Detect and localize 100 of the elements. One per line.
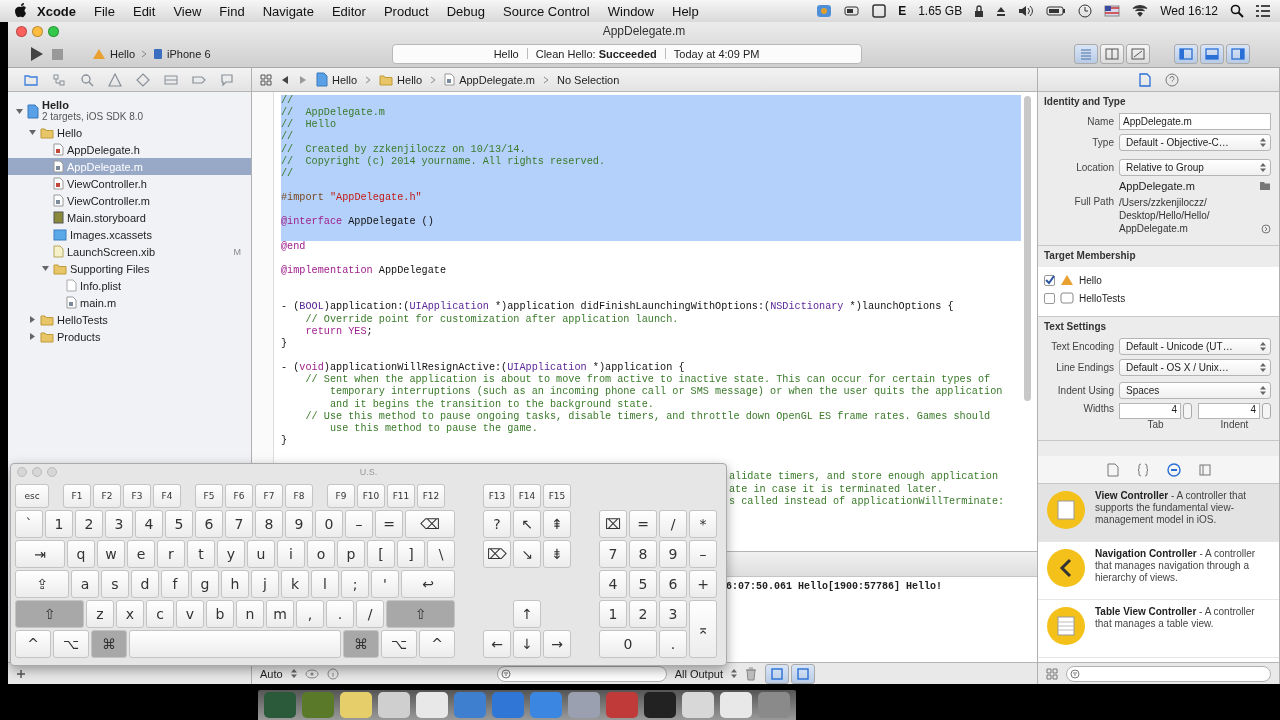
navigator-row[interactable]: ViewController.m	[8, 192, 251, 209]
navigator-row[interactable]: Products	[8, 328, 251, 345]
key[interactable]: 2	[629, 600, 657, 628]
inspector-tab[interactable]	[1138, 72, 1151, 87]
key[interactable]: ⇟	[543, 540, 571, 568]
run-icon[interactable]	[28, 45, 44, 62]
scheme-selector[interactable]: Hello	[92, 47, 136, 60]
key[interactable]: ⇧	[15, 600, 84, 628]
navigator-tab[interactable]	[136, 72, 150, 87]
input-indicator[interactable]: E	[898, 4, 907, 18]
navigator-row[interactable]: LaunchScreen.xib M	[8, 243, 251, 260]
key[interactable]: o	[307, 540, 335, 568]
search-icon[interactable]	[1230, 4, 1244, 18]
key[interactable]: k	[281, 570, 309, 598]
navigator-tab[interactable]	[52, 72, 66, 87]
key[interactable]: \	[427, 540, 455, 568]
target-checkbox[interactable]	[1044, 292, 1055, 304]
key[interactable]: *	[689, 510, 717, 538]
back-icon[interactable]	[280, 74, 290, 85]
key[interactable]: l	[311, 570, 339, 598]
line-endings-select[interactable]: Default - OS X / Unix…	[1119, 359, 1271, 376]
key[interactable]: /	[659, 510, 687, 538]
library-tab[interactable]	[1136, 462, 1149, 477]
key[interactable]: F12	[417, 484, 445, 508]
jump-bar-item[interactable]: AppDelegate.m	[444, 73, 535, 86]
menu-item[interactable]: Debug	[437, 3, 495, 19]
key[interactable]: b	[206, 600, 234, 628]
variables-mode-popup[interactable]: Auto	[260, 667, 283, 680]
disclosure-triangle[interactable]	[14, 106, 24, 116]
zoom-button[interactable]	[47, 467, 57, 477]
output-mode-popup[interactable]: All Output	[674, 667, 723, 680]
key[interactable]: 4	[135, 510, 163, 538]
key[interactable]: 4	[599, 570, 627, 598]
menu-item[interactable]: Find	[210, 3, 254, 19]
key[interactable]: e	[127, 540, 155, 568]
navigator-tab[interactable]	[80, 72, 94, 87]
jump-bar-item[interactable]: Hello	[316, 72, 358, 87]
type-select[interactable]: Default - Objective-C…	[1119, 134, 1271, 151]
panel-toggle-button[interactable]	[1173, 43, 1198, 64]
navigator-tab[interactable]	[24, 72, 38, 87]
stepper[interactable]	[1183, 403, 1192, 419]
close-button[interactable]	[16, 25, 27, 37]
navigator-row[interactable]: AppDelegate.h	[8, 141, 251, 158]
key[interactable]: F3	[123, 484, 151, 508]
navigator-row[interactable]: main.m	[8, 294, 251, 311]
key[interactable]: 3	[105, 510, 133, 538]
key[interactable]: f	[161, 570, 189, 598]
key[interactable]: ⌅	[689, 600, 717, 658]
navigator-row[interactable]: HelloTests	[8, 311, 251, 328]
editor-mode-button[interactable]	[1099, 43, 1124, 64]
key[interactable]: y	[217, 540, 245, 568]
indent-width-field[interactable]: 4	[1198, 403, 1260, 419]
key[interactable]: ^	[419, 630, 455, 658]
key[interactable]: F7	[255, 484, 283, 508]
key[interactable]: F2	[93, 484, 121, 508]
key[interactable]: =	[629, 510, 657, 538]
key[interactable]: ↘	[513, 540, 541, 568]
key[interactable]: 8	[255, 510, 283, 538]
trash-icon[interactable]	[744, 666, 757, 681]
disclosure-triangle[interactable]	[27, 314, 37, 325]
menu-item[interactable]: Navigate	[253, 3, 323, 19]
menu-item[interactable]: Edit	[123, 3, 165, 19]
key[interactable]: F15	[543, 484, 571, 508]
key[interactable]: 6	[659, 570, 687, 598]
library-item[interactable]: View Controller - A controller that supports the fundamental view-management model in iOS.	[1038, 484, 1279, 542]
device-selector[interactable]: iPhone 6	[153, 47, 211, 60]
menu-clock[interactable]: Wed 16:12	[1160, 4, 1218, 18]
key[interactable]: 1	[45, 510, 73, 538]
key[interactable]: ⌧	[599, 510, 627, 538]
key[interactable]: 5	[629, 570, 657, 598]
grid-icon[interactable]	[1046, 667, 1058, 680]
dock-app-icon[interactable]	[682, 692, 714, 718]
plus-icon[interactable]	[16, 668, 26, 679]
key[interactable]: ⇧	[386, 600, 455, 628]
minimize-button[interactable]	[32, 25, 43, 37]
menu-item[interactable]: Source Control	[494, 3, 599, 19]
key[interactable]: `	[15, 510, 43, 538]
key[interactable]: 5	[165, 510, 193, 538]
menu-item[interactable]: Product	[374, 3, 438, 19]
editor-mode-button[interactable]	[1073, 43, 1098, 64]
key[interactable]: ]	[397, 540, 425, 568]
key[interactable]: 9	[285, 510, 313, 538]
key[interactable]: –	[689, 540, 717, 568]
editor-mode-button[interactable]	[1125, 43, 1150, 64]
library-tab[interactable]	[1106, 462, 1119, 477]
key[interactable]: 8	[629, 540, 657, 568]
key[interactable]: c	[146, 600, 174, 628]
key[interactable]: ,	[296, 600, 324, 628]
key[interactable]: esc	[15, 484, 49, 508]
menu-item[interactable]: File	[85, 3, 124, 19]
key[interactable]: s	[101, 570, 129, 598]
zoom-button[interactable]	[48, 25, 59, 37]
disclosure-triangle[interactable]	[27, 331, 37, 342]
navigator-tab[interactable]	[164, 72, 178, 87]
key[interactable]: –	[345, 510, 373, 538]
name-field[interactable]: AppDelegate.m	[1119, 113, 1271, 130]
key[interactable]: F10	[357, 484, 385, 508]
key[interactable]: a	[71, 570, 99, 598]
key[interactable]: ⌫	[405, 510, 455, 538]
key[interactable]: ↩	[401, 570, 455, 598]
